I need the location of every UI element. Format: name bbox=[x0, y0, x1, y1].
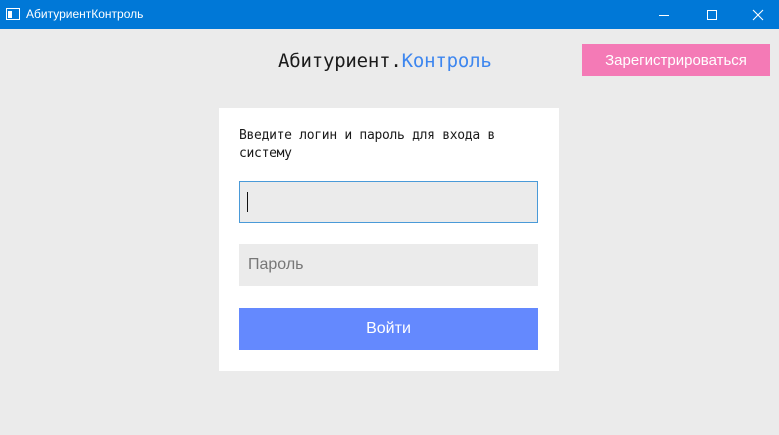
brand-name-part2: Контроль bbox=[401, 50, 492, 72]
login-prompt-text: Введите логин и пароль для входа в систе… bbox=[239, 128, 495, 161]
minimize-button[interactable] bbox=[641, 0, 687, 29]
brand-name-part1: Абитуриент. bbox=[278, 50, 402, 72]
login-input[interactable] bbox=[239, 181, 538, 223]
text-caret bbox=[247, 192, 248, 212]
close-icon bbox=[752, 9, 764, 20]
login-submit-button[interactable]: Войти bbox=[239, 308, 538, 350]
close-button[interactable] bbox=[735, 0, 779, 29]
maximize-icon bbox=[707, 9, 717, 20]
maximize-button[interactable] bbox=[689, 0, 735, 29]
password-input[interactable] bbox=[239, 244, 538, 286]
login-card: Введите логин и пароль для входа в систе… bbox=[219, 108, 559, 371]
register-button[interactable]: Зарегистрироваться bbox=[582, 44, 770, 76]
app-window-icon bbox=[6, 8, 20, 20]
window-titlebar[interactable]: АбитуриентКонтроль bbox=[0, 0, 779, 29]
minimize-icon bbox=[659, 14, 669, 16]
window-title: АбитуриентКонтроль bbox=[26, 7, 144, 21]
app-brand-title: Абитуриент.Контроль bbox=[278, 49, 492, 73]
